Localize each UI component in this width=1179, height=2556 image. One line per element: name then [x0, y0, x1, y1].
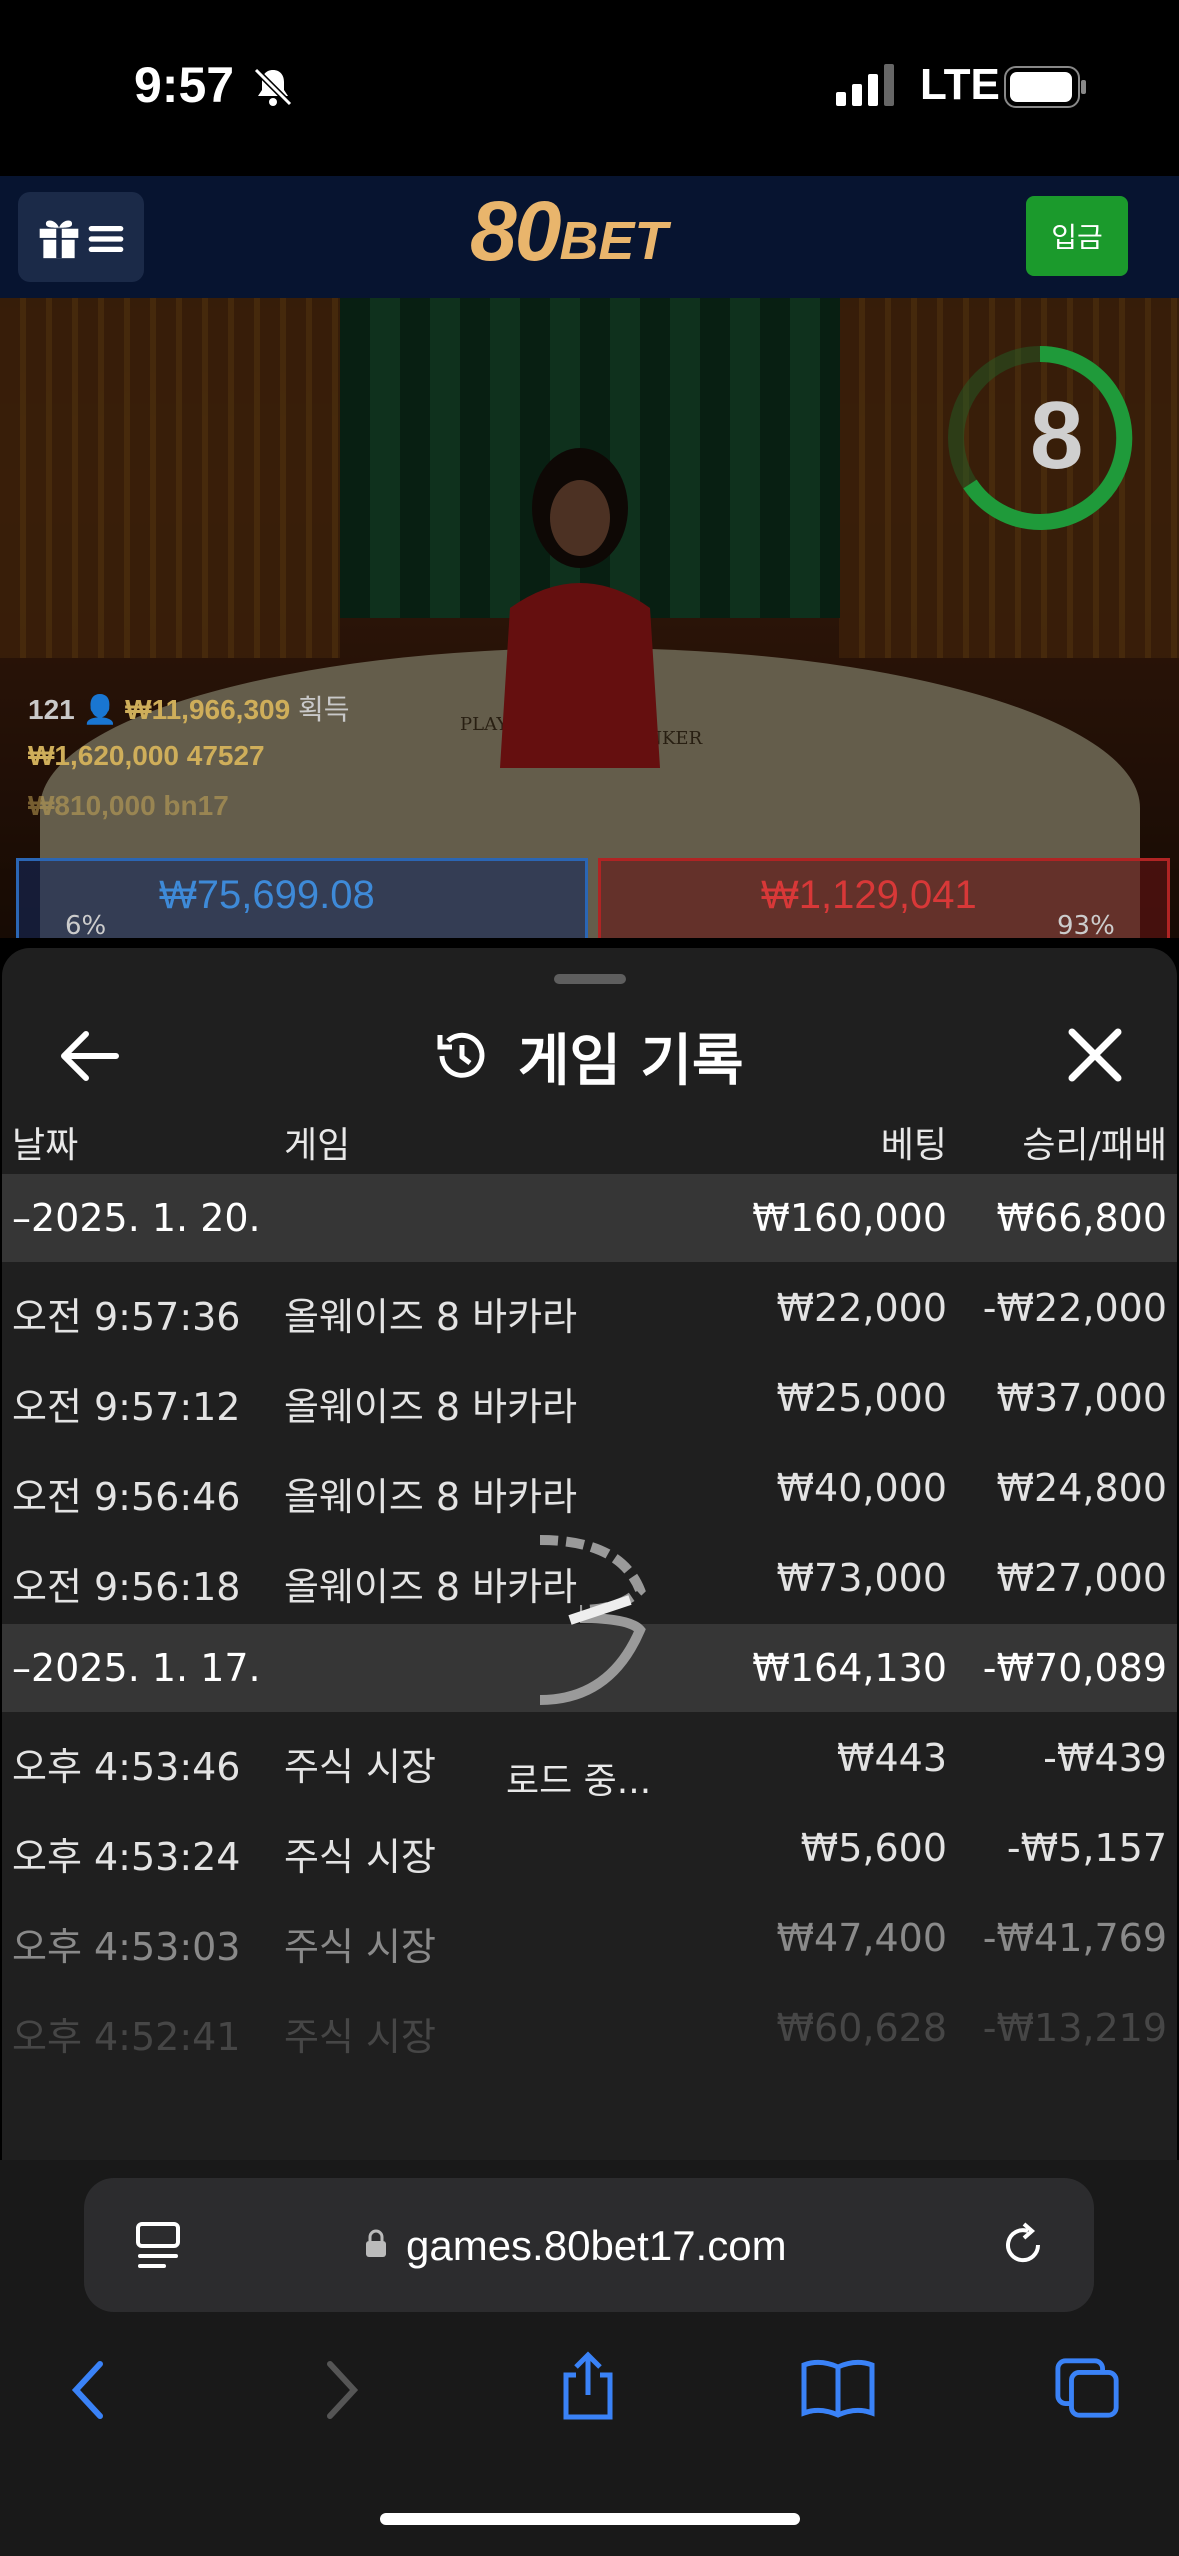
gift-menu-button[interactable] [18, 192, 144, 282]
countdown-timer: 8 [948, 345, 1133, 530]
col-game: 게임 [284, 1125, 351, 1166]
player-bet-amount: ₩75,699.08 [159, 873, 375, 917]
row-bet: ₩40,000 [776, 1466, 947, 1510]
total-won: ₩11,966,309 [125, 694, 291, 725]
back-arrow-icon[interactable] [54, 1020, 126, 1092]
row-result: ₩24,800 [996, 1466, 1167, 1510]
hamburger-icon [88, 226, 124, 252]
group-bet: ₩164,130 [752, 1646, 947, 1690]
table-header: 날짜 게임 베팅 승리/패배 [2, 1096, 1177, 1174]
home-indicator[interactable] [380, 2513, 800, 2525]
row-bet: ₩22,000 [776, 1286, 947, 1330]
banker-bet-area[interactable]: ₩1,129,041 93% [598, 858, 1170, 938]
col-date: 날짜 [12, 1125, 79, 1166]
row-time: 오전 9:57:36 [12, 1295, 241, 1339]
back-icon[interactable] [68, 2358, 108, 2422]
history-row[interactable]: 오전 9:57:36 올웨이즈 8 바카라 ₩22,000 -₩22,000 [2, 1264, 1177, 1354]
banker-bet-pct: 93% [1057, 911, 1115, 938]
close-icon[interactable] [1060, 1020, 1130, 1090]
logo-sub: BET [559, 211, 668, 271]
signal-icon [836, 64, 894, 106]
row-game: 올웨이즈 8 바카라 [284, 1295, 578, 1339]
row-game: 주식 시장 [284, 1835, 436, 1879]
players-count: 121 [28, 694, 75, 725]
row-game: 주식 시장 [284, 2015, 436, 2059]
row-bet: ₩25,000 [776, 1376, 947, 1420]
player-bet-pct: 6% [65, 911, 107, 938]
url-text[interactable]: games.80bet17.com [406, 2222, 787, 2270]
loading-text: 로드 중... [506, 1761, 652, 1802]
bookmarks-icon[interactable] [800, 2356, 876, 2418]
row-result: -₩13,219 [982, 2006, 1167, 2050]
row-bet: ₩5,600 [800, 1826, 947, 1870]
row-time: 오전 9:56:18 [12, 1565, 241, 1609]
row-result: -₩5,157 [1006, 1826, 1167, 1870]
date-group-header[interactable]: –2025. 1. 20. ₩160,000 ₩66,800 [2, 1174, 1177, 1262]
lock-icon [366, 2229, 386, 2257]
row-bet: ₩443 [836, 1736, 947, 1780]
row-time: 오후 4:53:24 [12, 1835, 241, 1879]
row-result: ₩27,000 [996, 1556, 1167, 1600]
app-header: 80 BET 입금 [0, 176, 1179, 298]
browser-bottom-bar: games.80bet17.com [0, 2160, 1179, 2556]
row-game: 주식 시장 [284, 1925, 436, 1969]
row-time: 오후 4:53:46 [12, 1745, 241, 1789]
row-bet: ₩73,000 [776, 1556, 947, 1600]
row-time: 오전 9:56:46 [12, 1475, 241, 1519]
timer-value: 8 [1030, 382, 1083, 489]
history-row[interactable]: 오전 9:57:12 올웨이즈 8 바카라 ₩25,000 ₩37,000 [2, 1354, 1177, 1444]
player-bet-area[interactable]: 6% ₩75,699.08 [16, 858, 588, 938]
sheet-title: 게임 기록 [518, 1028, 744, 1094]
deposit-button[interactable]: 입금 [1026, 196, 1128, 276]
brand-logo[interactable]: 80 BET [470, 184, 710, 280]
group-date: –2025. 1. 17. [12, 1646, 261, 1690]
row-game: 올웨이즈 8 바카라 [284, 1385, 578, 1429]
forward-icon[interactable] [322, 2358, 362, 2422]
history-row[interactable]: 오후 4:52:41 주식 시장 ₩60,628 -₩13,219 [2, 1984, 1177, 2074]
gift-icon [39, 220, 79, 259]
logo-main: 80 [470, 184, 561, 278]
winners-stat: 121 👤 ₩11,966,309 획득 [28, 688, 350, 728]
group-result: ₩66,800 [996, 1196, 1167, 1240]
row-result: -₩41,769 [982, 1916, 1167, 1960]
history-row[interactable]: 오후 4:53:03 주식 시장 ₩47,400 -₩41,769 [2, 1894, 1177, 1984]
col-bet: 베팅 [880, 1125, 947, 1166]
status-time: 9:57 [134, 57, 235, 113]
history-row[interactable]: 오후 4:53:24 주식 시장 ₩5,600 -₩5,157 [2, 1804, 1177, 1894]
row-bet: ₩60,628 [776, 2006, 947, 2050]
col-result: 승리/패배 [1022, 1125, 1167, 1166]
row-result: -₩22,000 [982, 1286, 1167, 1330]
share-icon[interactable] [558, 2350, 618, 2422]
row-bet: ₩47,400 [776, 1916, 947, 1960]
silent-bell-icon [253, 67, 293, 107]
winner-entry-1: ₩1,620,000 47527 [28, 740, 265, 771]
reload-icon[interactable] [998, 2220, 1048, 2270]
row-time: 오후 4:52:41 [12, 2015, 241, 2059]
address-bar[interactable]: games.80bet17.com [84, 2178, 1094, 2312]
row-result: ₩37,000 [996, 1376, 1167, 1420]
status-bar: 9:57 LTE [0, 0, 1179, 176]
group-bet: ₩160,000 [752, 1196, 947, 1240]
won-suffix: 획득 [297, 694, 350, 725]
group-result: -₩70,089 [982, 1646, 1167, 1690]
row-time: 오후 4:53:03 [12, 1925, 241, 1969]
loading-spinner-icon [539, 1535, 646, 1705]
history-row[interactable]: 오전 9:56:46 올웨이즈 8 바카라 ₩40,000 ₩24,800 [2, 1444, 1177, 1534]
winner-entry-2: ₩810,000 bn17 [28, 790, 229, 821]
live-game-video: PLAYER BANKER 8 121 👤 ₩11,966,309 획득 ₩1,… [0, 298, 1179, 938]
carrier-label: LTE [920, 60, 1000, 109]
sheet-grabber[interactable] [554, 974, 626, 984]
tab-overview-icon[interactable] [134, 2218, 184, 2272]
history-icon [437, 1032, 485, 1078]
row-time: 오전 9:57:12 [12, 1385, 241, 1429]
banker-bet-amount: ₩1,129,041 [761, 873, 977, 917]
row-game: 주식 시장 [284, 1745, 436, 1789]
sheet-header: 게임 기록 [432, 1014, 744, 1098]
tabs-icon[interactable] [1054, 2356, 1122, 2420]
row-result: -₩439 [1043, 1736, 1167, 1780]
person-icon: 👤 [82, 694, 118, 725]
battery-icon [1004, 66, 1086, 108]
row-game: 올웨이즈 8 바카라 [284, 1475, 578, 1519]
group-date: –2025. 1. 20. [12, 1196, 261, 1240]
